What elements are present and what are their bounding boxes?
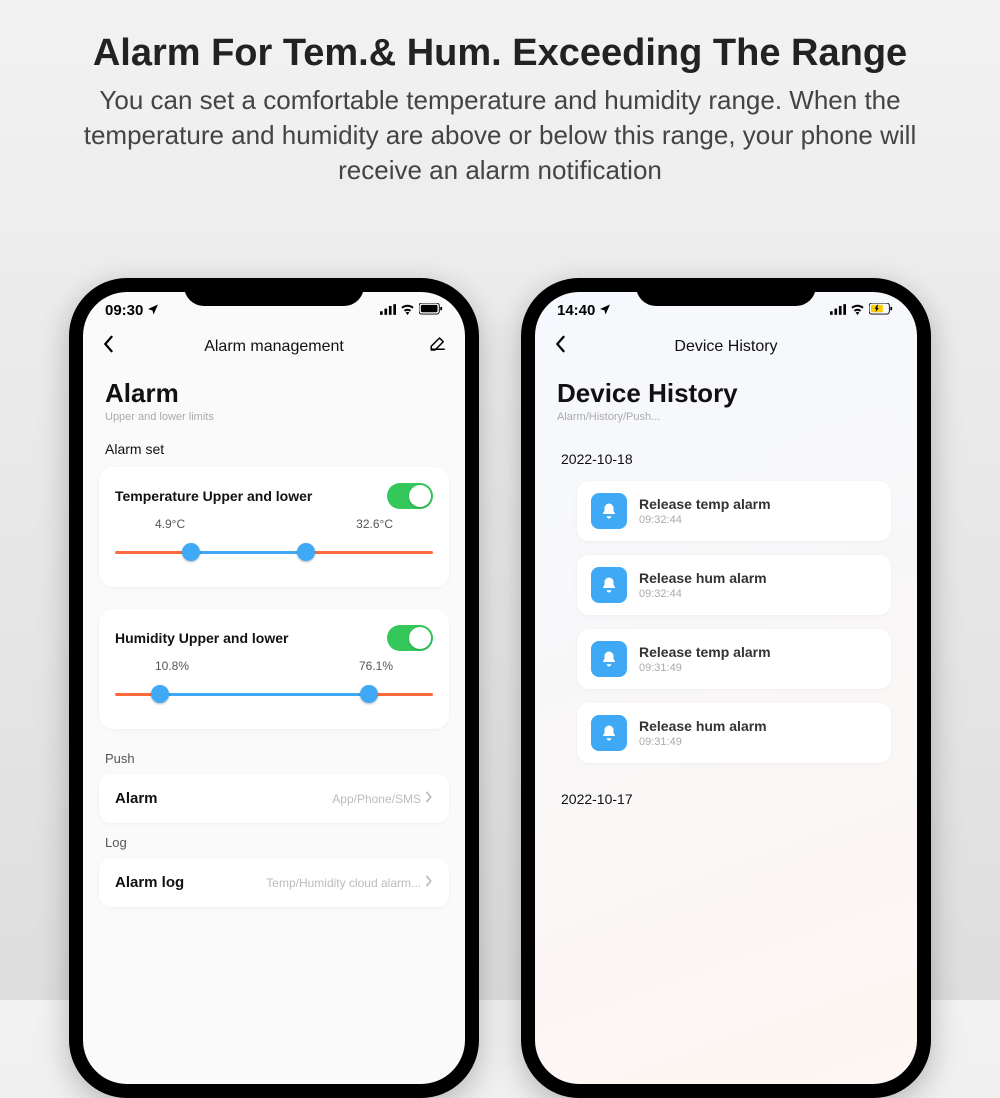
hum-high-label: 76.1% bbox=[359, 659, 393, 673]
nav-title: Alarm management bbox=[125, 338, 423, 356]
history-item-title: Release hum alarm bbox=[639, 570, 767, 586]
page-subtitle: Upper and lower limits bbox=[83, 411, 465, 437]
bell-icon bbox=[591, 715, 627, 751]
history-item-title: Release temp alarm bbox=[639, 644, 771, 660]
log-section-label: Log bbox=[83, 835, 465, 858]
signal-icon bbox=[830, 302, 846, 319]
nav-bar: Alarm management bbox=[83, 323, 465, 368]
screen-left: 09:30 bbox=[83, 292, 465, 1084]
page-title: Device History bbox=[535, 368, 917, 411]
back-icon[interactable] bbox=[553, 335, 577, 358]
phones-row: 09:30 bbox=[0, 278, 1000, 1098]
alarm-set-label: Alarm set bbox=[83, 437, 465, 467]
alarm-row-hint: App/Phone/SMS bbox=[332, 792, 421, 806]
history-item-title: Release hum alarm bbox=[639, 718, 767, 734]
history-item[interactable]: Release hum alarm 09:31:49 bbox=[577, 703, 891, 763]
temp-high-label: 32.6°C bbox=[356, 517, 393, 531]
history-item-time: 09:31:49 bbox=[639, 662, 771, 674]
hum-knob-high[interactable] bbox=[360, 685, 378, 703]
chevron-right-icon bbox=[425, 875, 433, 890]
bell-icon bbox=[591, 567, 627, 603]
history-item-time: 09:31:49 bbox=[639, 736, 767, 748]
bell-icon bbox=[591, 641, 627, 677]
temp-card-title: Temperature Upper and lower bbox=[115, 488, 312, 504]
hero-title: Alarm For Tem.& Hum. Exceeding The Range bbox=[0, 0, 1000, 75]
nav-bar: Device History bbox=[535, 323, 917, 368]
hum-card: Humidity Upper and lower 10.8% 76.1% bbox=[99, 609, 449, 729]
history-item[interactable]: Release hum alarm 09:32:44 bbox=[577, 555, 891, 615]
hum-slider[interactable] bbox=[115, 683, 433, 705]
temp-knob-low[interactable] bbox=[182, 543, 200, 561]
page-title: Alarm bbox=[83, 368, 465, 411]
status-time: 09:30 bbox=[105, 302, 143, 319]
battery-icon bbox=[419, 302, 443, 319]
location-icon bbox=[599, 302, 611, 319]
history-item-time: 09:32:44 bbox=[639, 514, 771, 526]
history-list: 2022-10-18Release temp alarm09:32:44Rele… bbox=[535, 437, 917, 821]
temp-slider[interactable] bbox=[115, 541, 433, 563]
history-item[interactable]: Release temp alarm 09:32:44 bbox=[577, 481, 891, 541]
location-icon bbox=[147, 302, 159, 319]
chevron-right-icon bbox=[425, 791, 433, 806]
back-icon[interactable] bbox=[101, 335, 125, 358]
hum-low-label: 10.8% bbox=[155, 659, 189, 673]
temp-card: Temperature Upper and lower 4.9°C 32.6°C bbox=[99, 467, 449, 587]
history-date: 2022-10-17 bbox=[535, 777, 917, 821]
signal-icon bbox=[380, 302, 396, 319]
history-date: 2022-10-18 bbox=[535, 437, 917, 481]
temp-toggle[interactable] bbox=[387, 483, 433, 509]
hum-toggle[interactable] bbox=[387, 625, 433, 651]
alarm-log-row[interactable]: Alarm log Temp/Humidity cloud alarm... bbox=[99, 858, 449, 907]
battery-charging-icon bbox=[869, 302, 895, 319]
hum-knob-low[interactable] bbox=[151, 685, 169, 703]
bell-icon bbox=[591, 493, 627, 529]
wifi-icon bbox=[850, 302, 865, 319]
history-item-title: Release temp alarm bbox=[639, 496, 771, 512]
temp-knob-high[interactable] bbox=[297, 543, 315, 561]
push-section-label: Push bbox=[83, 751, 465, 774]
nav-title: Device History bbox=[577, 338, 875, 356]
screen-right: 14:40 bbox=[535, 292, 917, 1084]
phone-right: 14:40 bbox=[521, 278, 931, 1098]
hum-card-title: Humidity Upper and lower bbox=[115, 630, 288, 646]
alarm-push-row[interactable]: Alarm App/Phone/SMS bbox=[99, 774, 449, 823]
alarm-row-label: Alarm bbox=[115, 790, 158, 807]
history-item-time: 09:32:44 bbox=[639, 588, 767, 600]
phone-notch bbox=[184, 278, 364, 306]
wifi-icon bbox=[400, 302, 415, 319]
temp-low-label: 4.9°C bbox=[155, 517, 185, 531]
alarm-log-label: Alarm log bbox=[115, 874, 184, 891]
phone-notch bbox=[636, 278, 816, 306]
hero-subtitle: You can set a comfortable temperature an… bbox=[0, 75, 1000, 188]
status-time: 14:40 bbox=[557, 302, 595, 319]
history-item[interactable]: Release temp alarm 09:31:49 bbox=[577, 629, 891, 689]
phone-left: 09:30 bbox=[69, 278, 479, 1098]
edit-icon[interactable] bbox=[423, 335, 447, 358]
alarm-log-hint: Temp/Humidity cloud alarm... bbox=[266, 876, 421, 890]
page-subtitle: Alarm/History/Push... bbox=[535, 411, 917, 437]
